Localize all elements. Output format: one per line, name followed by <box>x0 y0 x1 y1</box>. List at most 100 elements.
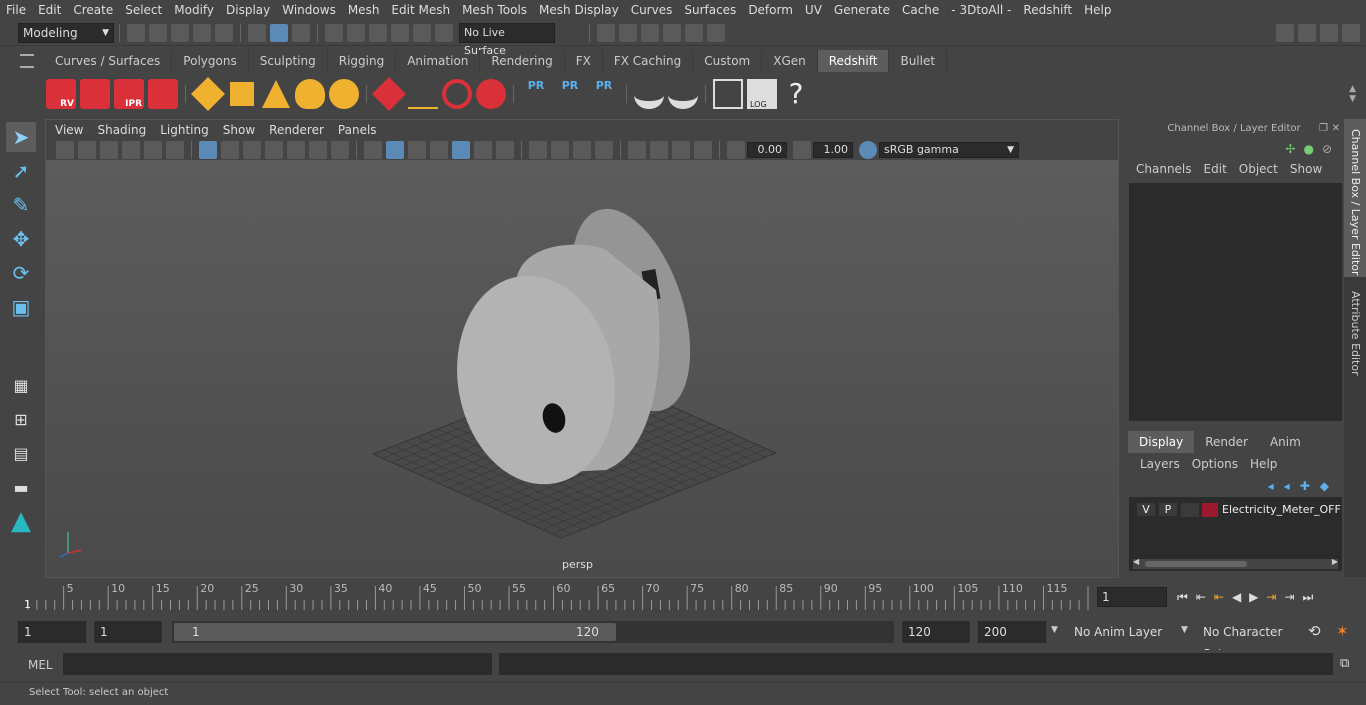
close-icon[interactable]: ✕ <box>1332 119 1340 139</box>
menu-create[interactable]: Create <box>67 0 119 20</box>
viewport-panel[interactable]: View Shading Lighting Show Renderer Panels <box>45 119 1119 578</box>
rope-icon[interactable] <box>442 79 472 109</box>
step-forward-key-icon[interactable]: ⇥ <box>1284 590 1294 604</box>
new-layer-icon[interactable]: ✚ <box>1300 479 1310 493</box>
log-file-icon[interactable]: LOG <box>747 79 777 109</box>
gate-mask-icon[interactable] <box>265 141 283 159</box>
viewport-menu-lighting[interactable]: Lighting <box>153 120 216 140</box>
select-component-icon[interactable] <box>292 23 310 42</box>
redo-icon[interactable] <box>215 23 233 42</box>
channel-menu-edit[interactable]: Edit <box>1198 162 1233 176</box>
menu-surfaces[interactable]: Surfaces <box>678 0 742 20</box>
rotate-tool-icon[interactable]: ⟳ <box>6 258 36 288</box>
playback-start-field[interactable]: 1 <box>94 621 162 643</box>
menu-edit-mesh[interactable]: Edit Mesh <box>385 0 456 20</box>
layer-tab-display[interactable]: Display <box>1128 431 1195 453</box>
xray-joints-icon[interactable] <box>672 141 690 159</box>
gamma-icon[interactable] <box>793 141 811 159</box>
help-question-icon[interactable]: ? <box>781 79 811 109</box>
move-layer-up-icon[interactable]: ◂ <box>1268 479 1274 493</box>
channel-menu-object[interactable]: Object <box>1233 162 1284 176</box>
graph-layout-icon[interactable]: ▬ <box>6 472 36 502</box>
script-language-label[interactable]: MEL <box>28 658 53 672</box>
shelf-tab-curves-surfaces[interactable]: Curves / Surfaces <box>44 50 173 72</box>
anim-layer-dropdown[interactable]: No Anim Layer <box>1068 621 1188 643</box>
channel-box-icon[interactable] <box>1342 23 1360 42</box>
single-perspective-icon[interactable]: ▦ <box>6 370 36 400</box>
step-back-key-icon[interactable]: ⇤ <box>1196 590 1206 604</box>
new-scene-icon[interactable] <box>127 23 145 42</box>
bookmark-icon[interactable] <box>100 141 118 159</box>
scene-start-field[interactable]: 1 <box>18 621 86 643</box>
menu-cache[interactable]: Cache <box>896 0 945 20</box>
grease-pencil-icon[interactable] <box>166 141 184 159</box>
shelf-tab-fx-caching[interactable]: FX Caching <box>603 50 694 72</box>
viewport-menu-view[interactable]: View <box>48 120 90 140</box>
menu-mesh-display[interactable]: Mesh Display <box>533 0 625 20</box>
sphere-material-icon[interactable] <box>476 79 506 109</box>
anti-alias-icon[interactable] <box>573 141 591 159</box>
open-scene-icon[interactable] <box>149 23 167 42</box>
snap-point-icon[interactable] <box>369 23 387 42</box>
proxy-diamonds-icon[interactable] <box>191 77 225 111</box>
render-view-rv-icon[interactable]: RV <box>46 79 76 109</box>
layer-visibility-toggle[interactable]: V <box>1137 503 1155 516</box>
step-back-frame-icon[interactable]: ⇤ <box>1214 590 1224 604</box>
pr-export-icon[interactable]: PR <box>555 79 585 109</box>
script-editor-icon[interactable]: ⧉ <box>1340 656 1349 671</box>
pr-cube-icon[interactable]: PR <box>521 79 551 109</box>
shelf-scroll-icon[interactable]: ▲ ▼ <box>1349 84 1356 104</box>
shelf-tab-rigging[interactable]: Rigging <box>328 50 397 72</box>
menu-file[interactable]: File <box>0 0 32 20</box>
menu-3dtoall[interactable]: - 3DtoAll - <box>945 0 1017 20</box>
scale-tool-icon[interactable]: ▣ <box>6 292 36 322</box>
go-to-end-icon[interactable]: ⏭ <box>1303 590 1314 605</box>
shelf-tab-redshift[interactable]: Redshift <box>817 50 890 72</box>
layer-color-swatch[interactable] <box>1202 502 1218 517</box>
render-clapper-icon[interactable] <box>80 79 110 109</box>
tiles-icon[interactable] <box>230 82 254 106</box>
shelf-tab-custom[interactable]: Custom <box>693 50 763 72</box>
teapot-bake-icon[interactable] <box>634 79 664 109</box>
2d-pan-icon[interactable] <box>144 141 162 159</box>
snap-surface-icon[interactable] <box>413 23 431 42</box>
range-slider-handle[interactable] <box>174 623 616 641</box>
playback-end-field[interactable]: 120 <box>902 621 970 643</box>
shelf-menu-icon[interactable] <box>20 54 34 68</box>
menu-uv[interactable]: UV <box>799 0 828 20</box>
workspace-icon[interactable] <box>1276 23 1294 42</box>
history-icon[interactable] <box>597 23 615 42</box>
wireframe-on-shaded-icon[interactable] <box>430 141 448 159</box>
viewport-menu-shading[interactable]: Shading <box>90 120 153 140</box>
play-forwards-icon[interactable]: ▶ <box>1249 590 1258 604</box>
isolate-select-icon[interactable] <box>628 141 646 159</box>
layer-row[interactable]: V P Electricity_Meter_OFF <box>1129 497 1342 519</box>
move-tool-icon[interactable]: ✥ <box>6 224 36 254</box>
channel-lock-icon[interactable]: ⊘ <box>1322 142 1332 156</box>
menu-curves[interactable]: Curves <box>625 0 679 20</box>
render-ipr-icon[interactable]: IPR <box>114 79 144 109</box>
film-gate-icon[interactable] <box>221 141 239 159</box>
time-slider[interactable]: 5 10 15 20 25 30 35 40 45 50 55 60 65 70 75 80 85 90 95 100… <box>18 580 1105 612</box>
safe-title-icon[interactable] <box>331 141 349 159</box>
exposure-icon[interactable] <box>727 141 745 159</box>
channel-menu-show[interactable]: Show <box>1284 162 1328 176</box>
menu-mesh[interactable]: Mesh <box>342 0 386 20</box>
layer-menu-layers[interactable]: Layers <box>1134 457 1186 471</box>
scroll-right-icon[interactable]: ▶ <box>1332 557 1338 566</box>
menu-edit[interactable]: Edit <box>32 0 67 20</box>
depth-of-field-icon[interactable] <box>595 141 613 159</box>
side-tab-channel-box[interactable]: Channel Box / Layer Editor <box>1344 119 1366 277</box>
attribute-editor-icon[interactable] <box>1320 23 1338 42</box>
undo-icon[interactable] <box>193 23 211 42</box>
layer-scrollbar[interactable]: ◀ ▶ <box>1133 557 1338 569</box>
render-view-icon[interactable] <box>619 23 637 42</box>
four-view-icon[interactable]: ⊞ <box>6 404 36 434</box>
float-window-icon[interactable]: ❐ <box>1319 119 1328 139</box>
menu-deform[interactable]: Deform <box>742 0 799 20</box>
hair-strands-icon[interactable] <box>408 79 438 109</box>
snap-pivot-icon[interactable] <box>435 23 453 42</box>
grid-icon[interactable] <box>199 141 217 159</box>
shadows-icon[interactable] <box>496 141 514 159</box>
channel-menu-channels[interactable]: Channels <box>1130 162 1198 176</box>
